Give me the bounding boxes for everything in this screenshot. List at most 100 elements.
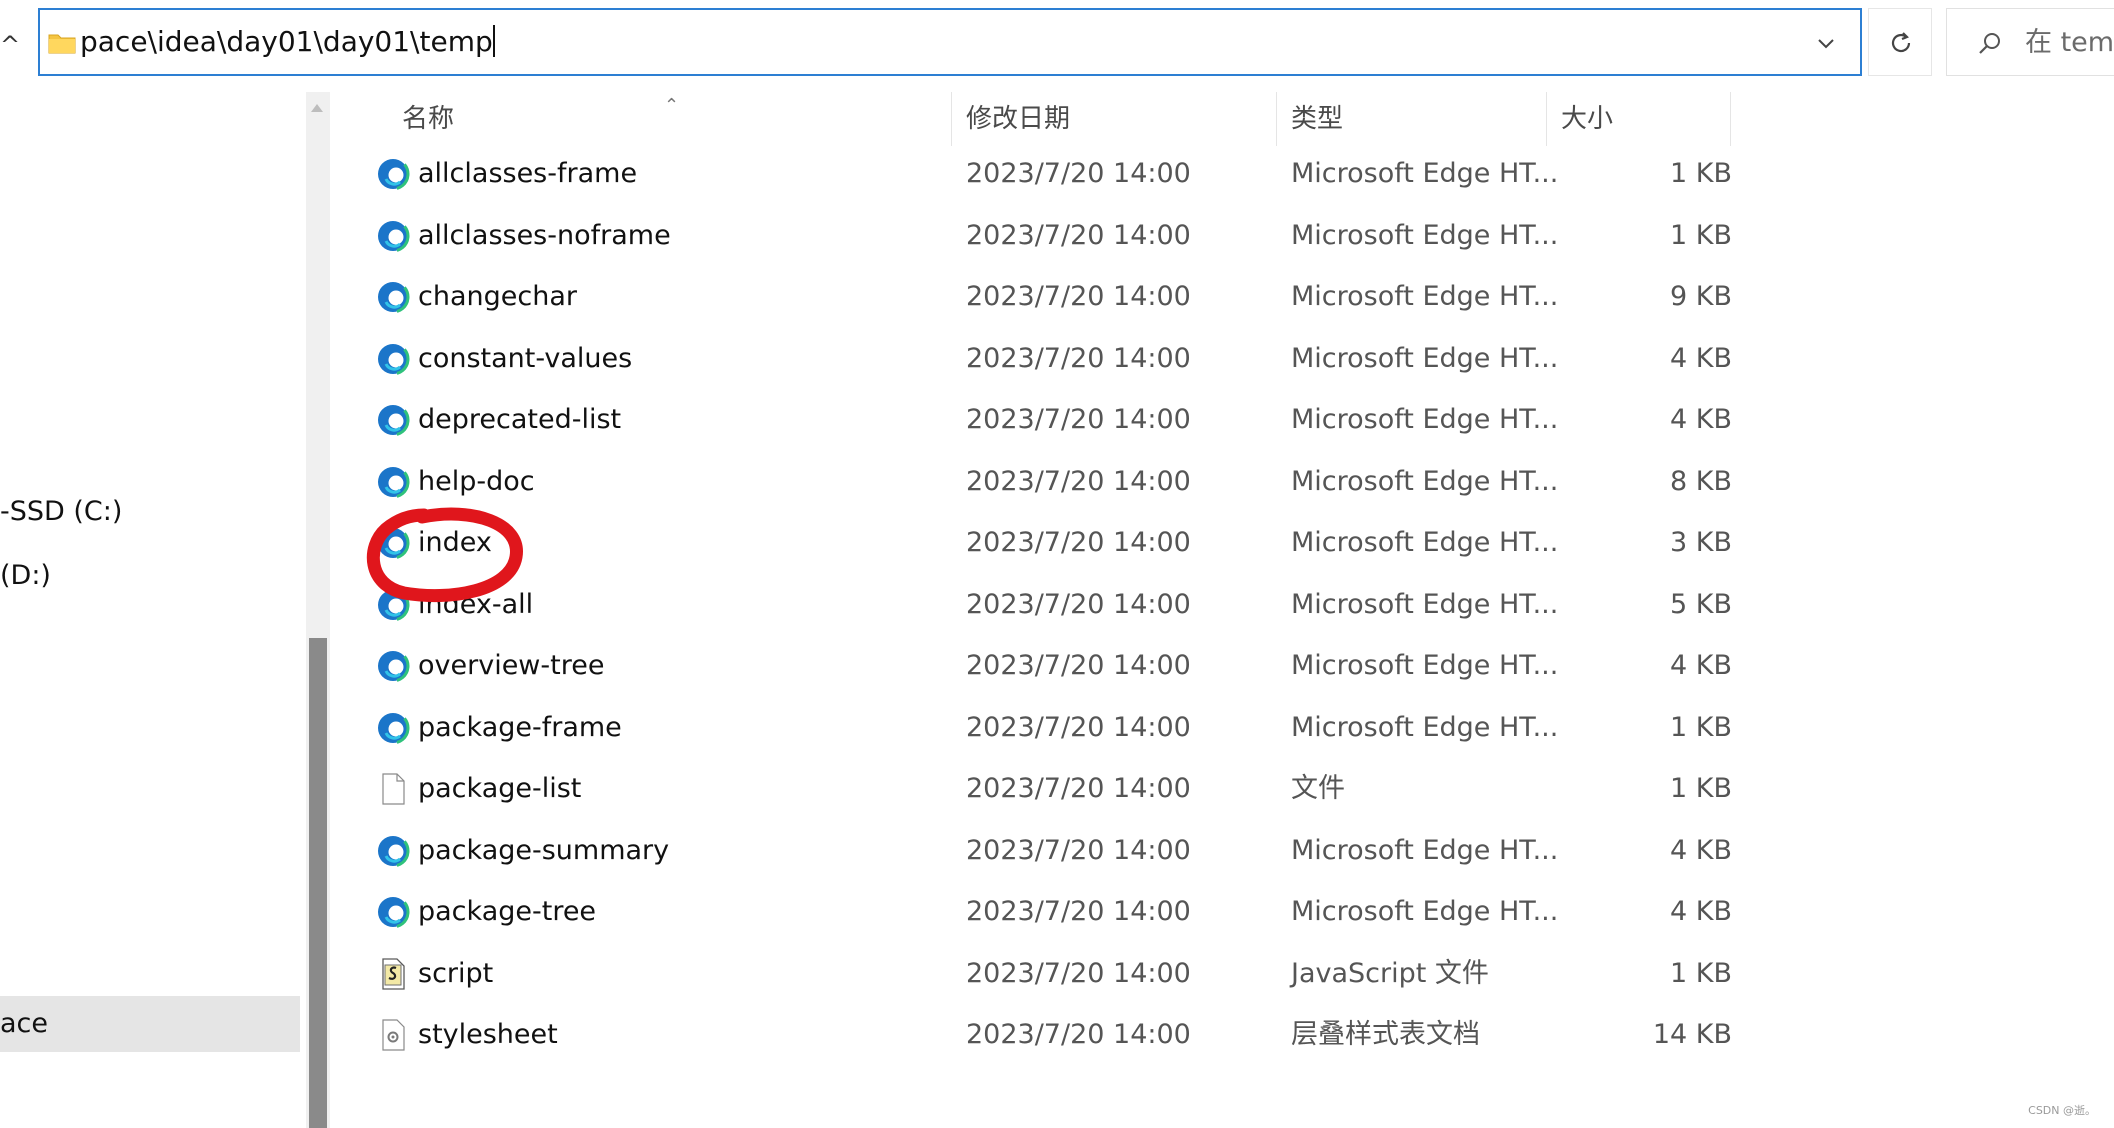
file-row[interactable]: package-list 2023/7/20 14:00 文件 1 KB	[334, 758, 1734, 820]
column-header-date[interactable]: 修改日期	[952, 92, 1277, 146]
file-size: 4 KB	[1670, 896, 1732, 927]
sort-ascending-icon: ⌃	[664, 95, 680, 116]
blank-file-icon	[376, 772, 410, 806]
file-name[interactable]: allclasses-noframe	[418, 205, 671, 267]
file-size: 5 KB	[1670, 588, 1732, 620]
file-name[interactable]: overview-tree	[418, 635, 604, 697]
edge-icon	[376, 711, 410, 745]
file-row[interactable]: index-all 2023/7/20 14:00 Microsoft Edge H…	[334, 574, 1734, 636]
edge-icon	[376, 588, 410, 622]
file-date: 2023/7/20 14:00	[966, 773, 1191, 804]
column-header-size[interactable]: 大小	[1547, 92, 1731, 146]
column-header-size-label: 大小	[1561, 104, 1614, 134]
address-path-text[interactable]: pace\idea\day01\day01\temp	[80, 22, 495, 62]
file-name[interactable]: help-doc	[418, 451, 535, 513]
file-row[interactable]: help-doc 2023/7/20 14:00 Microsoft Edge HT…	[334, 451, 1734, 513]
edge-icon	[376, 280, 410, 314]
refresh-icon	[1891, 32, 1911, 53]
file-date: 2023/7/20 14:00	[966, 158, 1191, 189]
file-size: 4 KB	[1670, 404, 1732, 435]
nav-item-drive-c[interactable]: -SSD (C:)	[0, 492, 122, 532]
file-type: Microsoft Edge HT...	[1291, 465, 1559, 497]
file-name[interactable]: package-tree	[418, 881, 596, 943]
file-size: 14 KB	[1652, 1019, 1732, 1050]
column-header-date-label: 修改日期	[966, 104, 1071, 134]
up-chevron-icon[interactable]: ^	[0, 30, 20, 60]
file-name[interactable]: stylesheet	[418, 1004, 558, 1066]
refresh-button[interactable]	[1868, 8, 1932, 76]
file-row[interactable]: package-frame 2023/7/20 14:00 Microsoft Ed…	[334, 697, 1734, 759]
search-icon	[1979, 33, 2000, 54]
file-row[interactable]: changechar 2023/7/20 14:00 Microsoft Edge …	[334, 266, 1734, 328]
file-date: 2023/7/20 14:00	[966, 342, 1191, 374]
file-row[interactable]: script 2023/7/20 14:00 JavaScript 文件 1 KB	[334, 943, 1734, 1005]
file-row[interactable]: index 2023/7/20 14:00 Microsoft Edge HT...…	[334, 512, 1734, 574]
file-date: 2023/7/20 14:00	[966, 834, 1191, 866]
file-date: 2023/7/20 14:00	[966, 588, 1191, 620]
file-date: 2023/7/20 14:00	[966, 219, 1191, 251]
edge-icon	[376, 465, 410, 499]
file-type: Microsoft Edge HT...	[1291, 281, 1559, 312]
file-date: 2023/7/20 14:00	[966, 896, 1191, 927]
file-type: Microsoft Edge HT...	[1291, 650, 1559, 681]
file-row[interactable]: allclasses-noframe 2023/7/20 14:00 Microso…	[334, 205, 1734, 267]
chevron-down-icon[interactable]	[1814, 28, 1838, 58]
file-row[interactable]: deprecated-list 2023/7/20 14:00 Microsoft …	[334, 389, 1734, 451]
file-size: 4 KB	[1670, 342, 1732, 374]
file-name[interactable]: package-frame	[418, 697, 622, 759]
file-name[interactable]: package-summary	[418, 820, 669, 882]
nav-item-workspace[interactable]: ace	[0, 996, 300, 1052]
file-type: Microsoft Edge HT...	[1291, 404, 1559, 435]
file-name[interactable]: deprecated-list	[418, 389, 621, 451]
edge-icon	[376, 342, 410, 376]
file-name[interactable]: package-list	[418, 758, 581, 820]
text-caret	[492, 25, 495, 57]
file-row[interactable]: constant-values 2023/7/20 14:00 Microsoft …	[334, 328, 1734, 390]
nav-scrollbar-thumb[interactable]	[309, 638, 327, 1128]
file-date: 2023/7/20 14:00	[966, 404, 1191, 435]
file-name[interactable]: script	[418, 943, 493, 1005]
file-name[interactable]: index	[418, 512, 492, 574]
column-header-name-label: 名称	[402, 104, 455, 134]
file-row[interactable]: stylesheet 2023/7/20 14:00 层叠样式表文档 14 KB	[334, 1004, 1734, 1066]
watermark: CSDN @逝。	[2028, 1104, 2096, 1117]
column-header-type[interactable]: 类型	[1277, 92, 1547, 146]
file-size: 8 KB	[1670, 465, 1732, 497]
file-size: 4 KB	[1670, 834, 1732, 866]
file-row[interactable]: allclasses-frame 2023/7/20 14:00 Microsoft…	[334, 143, 1734, 205]
file-type: JavaScript 文件	[1291, 957, 1489, 989]
file-type: Microsoft Edge HT...	[1291, 219, 1559, 251]
file-type: Microsoft Edge HT...	[1291, 834, 1559, 866]
file-row[interactable]: package-summary 2023/7/20 14:00 Microsoft …	[334, 820, 1734, 882]
file-name[interactable]: index-all	[418, 574, 533, 636]
search-box[interactable]: 在 temp	[1946, 8, 2114, 76]
edge-icon	[376, 219, 410, 253]
file-name[interactable]: changechar	[418, 266, 577, 328]
file-row[interactable]: package-tree 2023/7/20 14:00 Microsoft Edg…	[334, 881, 1734, 943]
file-type: Microsoft Edge HT...	[1291, 588, 1559, 620]
nav-item-drive-d[interactable]: (D:)	[0, 556, 51, 596]
file-size: 9 KB	[1670, 281, 1732, 312]
file-type: Microsoft Edge HT...	[1291, 527, 1559, 558]
address-bar[interactable]: pace\idea\day01\day01\temp	[38, 8, 1862, 76]
file-size: 1 KB	[1670, 158, 1732, 189]
edge-icon	[376, 834, 410, 868]
file-date: 2023/7/20 14:00	[966, 465, 1191, 497]
column-header-name[interactable]: 名称	[334, 92, 952, 146]
file-type: Microsoft Edge HT...	[1291, 896, 1559, 927]
file-date: 2023/7/20 14:00	[966, 1019, 1191, 1050]
column-header-type-label: 类型	[1291, 104, 1344, 134]
edge-icon	[376, 526, 410, 560]
file-size: 4 KB	[1670, 650, 1732, 681]
file-type: Microsoft Edge HT...	[1291, 711, 1559, 743]
file-type: Microsoft Edge HT...	[1291, 342, 1559, 374]
file-date: 2023/7/20 14:00	[966, 281, 1191, 312]
edge-icon	[376, 895, 410, 929]
file-name[interactable]: constant-values	[418, 328, 632, 390]
file-date: 2023/7/20 14:00	[966, 711, 1191, 743]
file-row[interactable]: overview-tree 2023/7/20 14:00 Microsoft Ed…	[334, 635, 1734, 697]
file-type: 文件	[1291, 773, 1345, 804]
scroll-up-arrow-icon[interactable]	[311, 104, 323, 112]
file-name[interactable]: allclasses-frame	[418, 143, 637, 205]
folder-icon	[48, 34, 76, 54]
